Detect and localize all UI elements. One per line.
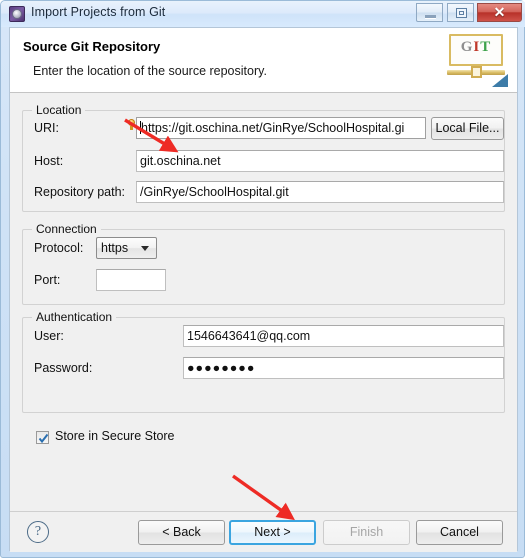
git-logo-triangle	[492, 74, 508, 87]
password-label: Password:	[34, 361, 93, 375]
connection-group-label: Connection	[32, 222, 101, 236]
check-icon	[38, 433, 49, 444]
location-group-label: Location	[32, 103, 86, 117]
cancel-button[interactable]: Cancel	[416, 520, 503, 545]
title-bar[interactable]: Import Projects from Git ✕	[1, 1, 525, 27]
window-controls: ✕	[416, 3, 522, 23]
protocol-select-value: https	[101, 241, 129, 255]
uri-input[interactable]: https://git.oschina.net/GinRye/SchoolHos…	[136, 117, 426, 139]
next-button[interactable]: Next >	[229, 520, 316, 545]
git-banner-icon: GIT	[445, 32, 509, 88]
repository-path-label: Repository path:	[34, 185, 126, 199]
protocol-label: Protocol:	[34, 241, 84, 255]
host-label: Host:	[34, 154, 64, 168]
minimize-icon	[425, 15, 437, 19]
authentication-group-label: Authentication	[32, 310, 117, 324]
uri-input-value: https://git.oschina.net/GinRye/SchoolHos…	[141, 121, 405, 135]
git-logo-g: G	[460, 39, 474, 55]
protocol-select[interactable]: https	[96, 237, 157, 259]
user-label: User:	[34, 329, 64, 343]
close-icon: ✕	[493, 4, 506, 20]
dialog-client-area: Source Git Repository Enter the location…	[9, 27, 518, 552]
git-logo-knob	[471, 66, 482, 78]
host-input[interactable]: git.oschina.net	[136, 150, 504, 172]
wizard-content: Location URI: https://git.oschina.net/Gi…	[10, 93, 517, 511]
chevron-down-icon	[141, 246, 149, 251]
checkbox-box	[36, 431, 49, 444]
repository-path-input[interactable]: /GinRye/SchoolHospital.git	[136, 181, 504, 203]
eclipse-gear-icon	[9, 6, 25, 22]
maximize-icon	[455, 8, 467, 18]
git-logo-letters: GIT	[451, 39, 501, 56]
connection-group: Connection	[22, 222, 505, 305]
dialog-window: Import Projects from Git ✕ Source Git Re…	[0, 0, 525, 558]
port-input[interactable]	[96, 269, 166, 291]
password-input[interactable]: ●●●●●●●●	[183, 357, 504, 379]
git-logo-t: T	[480, 39, 492, 55]
git-logo-panel: GIT	[449, 34, 503, 66]
port-label: Port:	[34, 273, 61, 287]
dialog-button-bar: ? < Back Next > Finish Cancel	[10, 511, 517, 552]
uri-label: URI:	[34, 121, 59, 135]
local-file-button[interactable]: Local File...	[431, 117, 504, 140]
back-button[interactable]: < Back	[138, 520, 225, 545]
user-input[interactable]: 1546643641@qq.com	[183, 325, 504, 347]
resize-grip[interactable]	[509, 543, 521, 555]
maximize-button[interactable]	[446, 3, 474, 22]
wizard-header: Source Git Repository Enter the location…	[10, 28, 517, 93]
window-title: Import Projects from Git	[31, 5, 166, 19]
page-subtitle: Enter the location of the source reposit…	[33, 64, 267, 78]
finish-button: Finish	[323, 520, 410, 545]
page-title: Source Git Repository	[23, 39, 161, 54]
help-button[interactable]: ?	[27, 521, 49, 543]
store-in-secure-store-label: Store in Secure Store	[55, 429, 175, 443]
close-button[interactable]: ✕	[477, 3, 522, 22]
lightbulb-icon	[127, 119, 136, 131]
minimize-button[interactable]	[416, 3, 444, 22]
